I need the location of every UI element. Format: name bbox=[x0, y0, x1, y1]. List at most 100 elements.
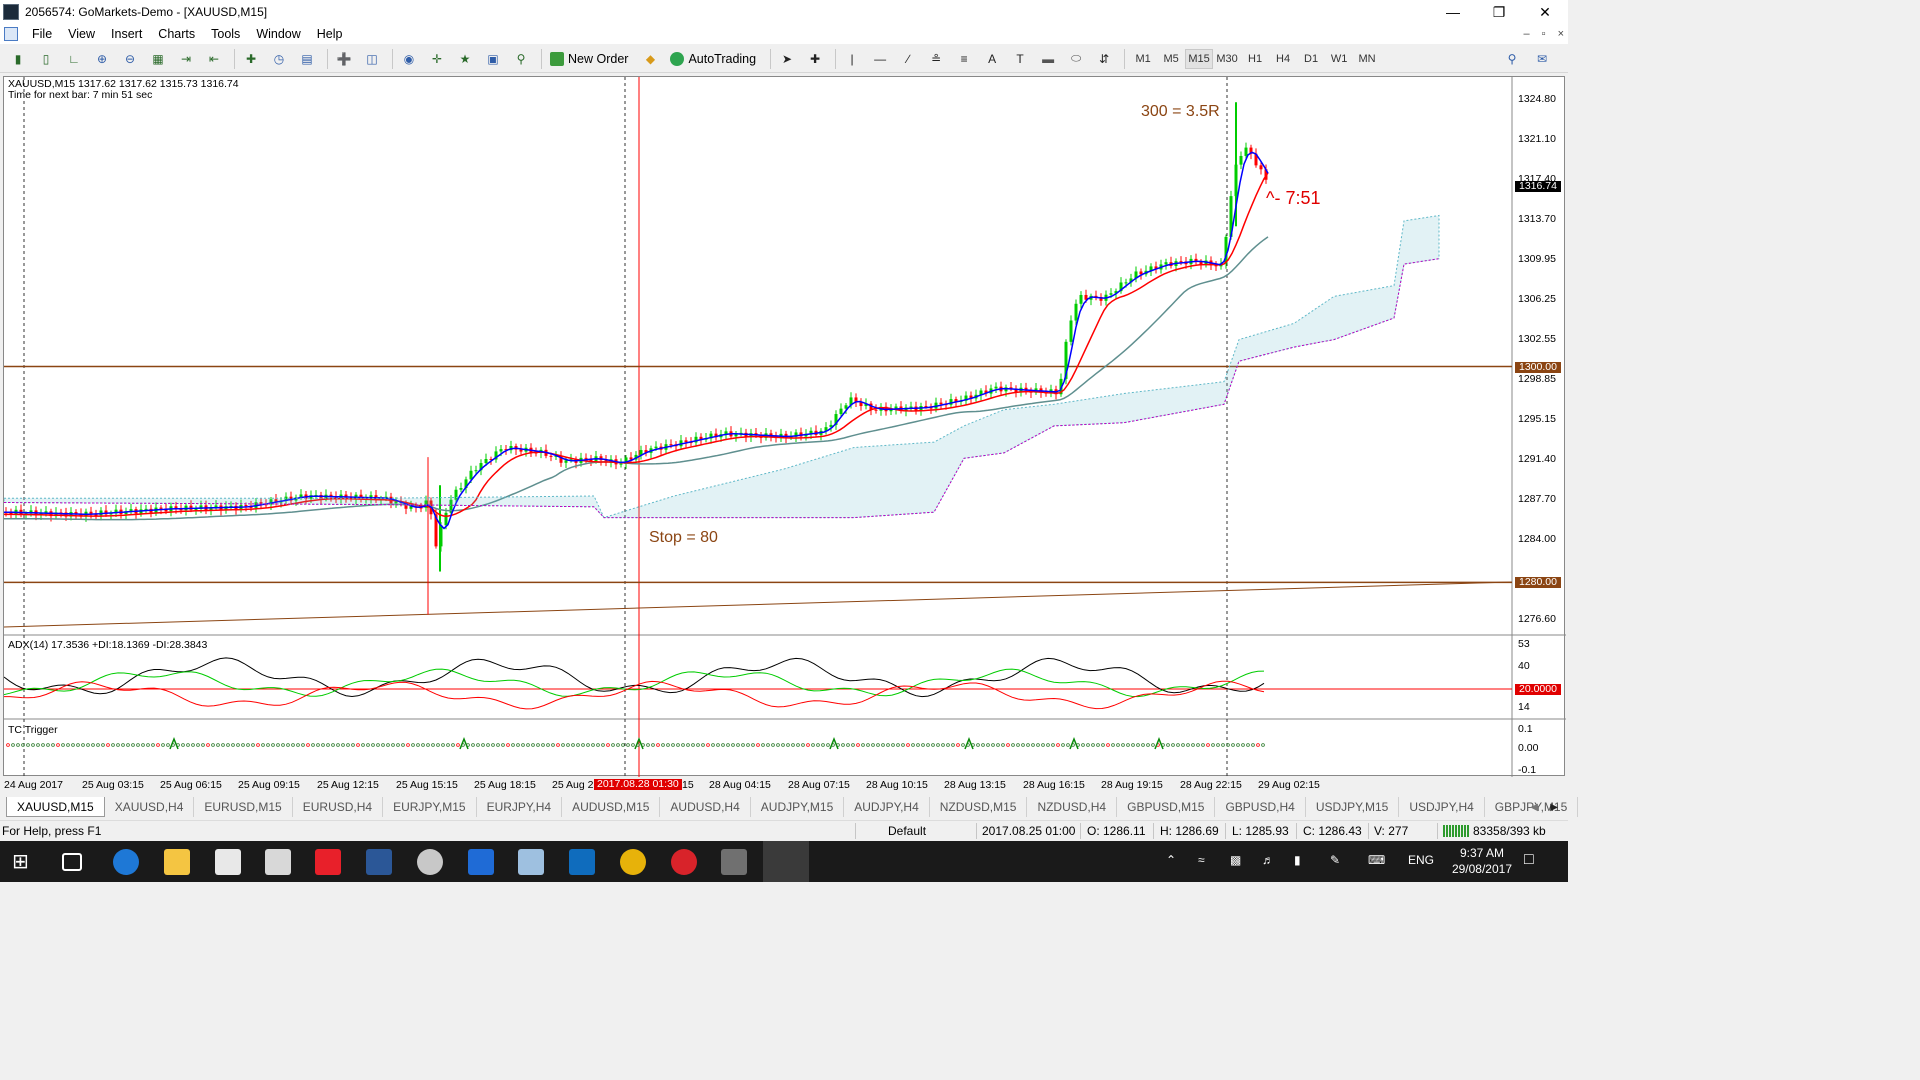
chart-shift-icon[interactable]: ⇥ bbox=[174, 48, 198, 70]
mdi-restore-icon[interactable]: ▫ bbox=[1542, 28, 1546, 40]
tab-eurjpy-m15[interactable]: EURJPY,M15 bbox=[383, 797, 477, 817]
tab-audjpy-m15[interactable]: AUDJPY,M15 bbox=[751, 797, 845, 817]
battery-icon[interactable]: ▮ bbox=[1294, 853, 1301, 867]
keyboard-icon[interactable]: ⌨ bbox=[1368, 853, 1385, 867]
mdi-close-icon[interactable]: × bbox=[1558, 28, 1564, 40]
line-chart-icon[interactable]: ∟ bbox=[62, 48, 86, 70]
zoom-out-icon[interactable]: ⊖ bbox=[118, 48, 142, 70]
vertical-line-icon[interactable]: | bbox=[840, 48, 864, 70]
menu-view[interactable]: View bbox=[60, 27, 103, 41]
language-indicator[interactable]: ENG bbox=[1408, 853, 1434, 867]
tf-mn-button[interactable]: MN bbox=[1353, 53, 1381, 65]
cursor-icon[interactable]: ➤ bbox=[775, 48, 799, 70]
metatrader-taskbar-icon[interactable] bbox=[763, 841, 809, 882]
chart-window[interactable]: XAUUSD,M15 1317.62 1317.62 1315.73 1316.… bbox=[3, 76, 1566, 777]
tf-h4-button[interactable]: H4 bbox=[1269, 53, 1297, 65]
snipping-icon[interactable] bbox=[417, 849, 443, 875]
periods-icon[interactable]: ◷ bbox=[267, 48, 291, 70]
fibonacci-icon[interactable]: ≡ bbox=[952, 48, 976, 70]
market-watch-icon[interactable]: ◉ bbox=[397, 48, 421, 70]
tab-audusd-m15[interactable]: AUDUSD,M15 bbox=[562, 797, 661, 817]
strategy-tester-icon[interactable]: ⚲ bbox=[509, 48, 533, 70]
navigator-icon[interactable]: ★ bbox=[453, 48, 477, 70]
file-explorer-icon[interactable] bbox=[164, 849, 190, 875]
task-view-icon[interactable] bbox=[62, 853, 82, 871]
text-icon[interactable]: A bbox=[980, 48, 1004, 70]
tab-eurjpy-h4[interactable]: EURJPY,H4 bbox=[477, 797, 563, 817]
notifications-icon[interactable]: □ bbox=[1524, 851, 1534, 869]
mdi-minimize-icon[interactable]: – bbox=[1524, 28, 1530, 40]
pen-icon[interactable]: ✎ bbox=[1330, 853, 1340, 867]
menu-insert[interactable]: Insert bbox=[103, 27, 150, 41]
taskbar-clock[interactable]: 9:37 AM 29/08/2017 bbox=[1452, 845, 1512, 877]
tab-scroll-left-icon[interactable]: ◀ bbox=[1530, 802, 1538, 813]
word-icon[interactable] bbox=[366, 849, 392, 875]
tab-xauusd-h4[interactable]: XAUUSD,H4 bbox=[105, 797, 195, 817]
equidistant-channel-icon[interactable]: ≗ bbox=[924, 48, 948, 70]
rectangle-icon[interactable]: ▬ bbox=[1036, 48, 1060, 70]
menu-window[interactable]: Window bbox=[248, 27, 308, 41]
ellipse-icon[interactable]: ⬭ bbox=[1064, 48, 1088, 70]
camera-icon[interactable] bbox=[721, 849, 747, 875]
store-icon[interactable] bbox=[215, 849, 241, 875]
tf-w1-button[interactable]: W1 bbox=[1325, 53, 1353, 65]
terminal-icon[interactable]: ▣ bbox=[481, 48, 505, 70]
text-label-icon[interactable]: T bbox=[1008, 48, 1032, 70]
k-app-icon[interactable] bbox=[315, 849, 341, 875]
tab-usdjpy-h4[interactable]: USDJPY,H4 bbox=[1399, 797, 1485, 817]
horizontal-line-icon[interactable]: — bbox=[868, 48, 892, 70]
edge-icon[interactable] bbox=[113, 849, 139, 875]
close-button[interactable]: ✕ bbox=[1522, 0, 1568, 24]
menu-file[interactable]: File bbox=[24, 27, 60, 41]
connection-icon[interactable] bbox=[1443, 825, 1469, 837]
profiles-icon[interactable]: ◫ bbox=[360, 48, 384, 70]
auto-scroll-icon[interactable]: ⇤ bbox=[202, 48, 226, 70]
new-order-button[interactable]: New Order bbox=[546, 48, 632, 70]
new-chart-icon[interactable]: ➕ bbox=[332, 48, 356, 70]
chart-canvas[interactable] bbox=[4, 77, 1566, 777]
arrows-icon[interactable]: ⇵ bbox=[1092, 48, 1116, 70]
indicators-icon[interactable]: ✚ bbox=[239, 48, 263, 70]
stop-annotation[interactable]: Stop = 80 bbox=[649, 529, 718, 547]
tf-m15-button[interactable]: M15 bbox=[1185, 48, 1214, 69]
metaeditor-icon[interactable]: ◆ bbox=[638, 48, 662, 70]
volume-icon[interactable]: ♬ bbox=[1262, 853, 1274, 867]
tab-gbpusd-h4[interactable]: GBPUSD,H4 bbox=[1215, 797, 1306, 817]
target-annotation[interactable]: 300 = 3.5R bbox=[1141, 103, 1220, 121]
tf-h1-button[interactable]: H1 bbox=[1241, 53, 1269, 65]
tile-windows-icon[interactable]: ▦ bbox=[146, 48, 170, 70]
candlestick-icon[interactable]: ▯ bbox=[34, 48, 58, 70]
tab-audusd-h4[interactable]: AUDUSD,H4 bbox=[660, 797, 751, 817]
tab-usdjpy-m15[interactable]: USDJPY,M15 bbox=[1306, 797, 1400, 817]
defender-icon[interactable] bbox=[468, 849, 494, 875]
minimize-button[interactable]: — bbox=[1430, 0, 1476, 24]
data-window-icon[interactable]: ✛ bbox=[425, 48, 449, 70]
tab-eurusd-m15[interactable]: EURUSD,M15 bbox=[194, 797, 293, 817]
chat-icon[interactable]: ✉ bbox=[1530, 48, 1554, 70]
calculator-icon[interactable] bbox=[265, 849, 291, 875]
restore-button[interactable]: ❐ bbox=[1476, 0, 1522, 24]
templates-icon[interactable]: ▤ bbox=[295, 48, 319, 70]
menu-charts[interactable]: Charts bbox=[150, 27, 203, 41]
trendline-icon[interactable]: ∕ bbox=[896, 48, 920, 70]
search-icon[interactable]: ⚲ bbox=[1500, 48, 1524, 70]
crosshair-icon[interactable]: ✚ bbox=[803, 48, 827, 70]
menu-tools[interactable]: Tools bbox=[203, 27, 248, 41]
autotrading-button[interactable]: AutoTrading bbox=[666, 48, 760, 70]
tab-nzdusd-h4[interactable]: NZDUSD,H4 bbox=[1027, 797, 1118, 817]
outlook-icon[interactable] bbox=[569, 849, 595, 875]
bar-chart-icon[interactable]: ▮ bbox=[6, 48, 30, 70]
tab-eurusd-h4[interactable]: EURUSD,H4 bbox=[293, 797, 384, 817]
menu-help[interactable]: Help bbox=[309, 27, 351, 41]
chart-window-icon[interactable] bbox=[4, 27, 18, 41]
tf-m5-button[interactable]: M5 bbox=[1157, 53, 1185, 65]
tray-display-icon[interactable]: ▩ bbox=[1230, 853, 1241, 867]
tf-m1-button[interactable]: M1 bbox=[1129, 53, 1157, 65]
tf-m30-button[interactable]: M30 bbox=[1213, 53, 1241, 65]
wifi-icon[interactable]: ≈ bbox=[1198, 853, 1205, 867]
network-app-icon[interactable] bbox=[518, 849, 544, 875]
tab-scroll-right-icon[interactable]: ▶ bbox=[1550, 802, 1558, 813]
windows-start-icon[interactable]: ⊞ bbox=[12, 849, 38, 875]
zoom-in-icon[interactable]: ⊕ bbox=[90, 48, 114, 70]
tab-xauusd-m15[interactable]: XAUUSD,M15 bbox=[6, 797, 105, 817]
